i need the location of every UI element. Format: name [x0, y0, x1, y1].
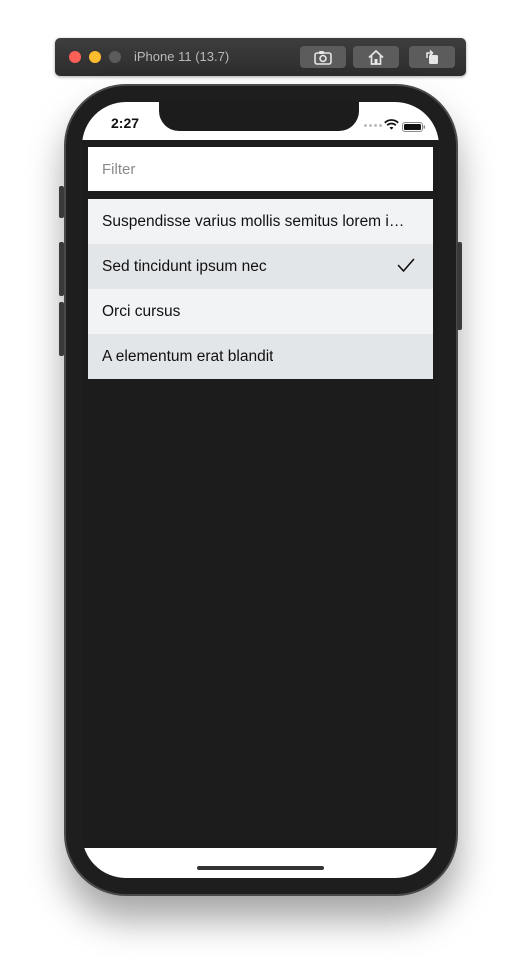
filter-input[interactable]	[88, 147, 433, 191]
device-screen: 2:27 Filter Suspendisse varius mollis se…	[82, 102, 439, 878]
status-bar: 2:27	[82, 102, 439, 140]
filter-container	[88, 147, 433, 191]
status-time: 2:27	[111, 115, 140, 131]
list-item[interactable]: A elementum erat blandit	[88, 334, 433, 379]
home-icon	[368, 49, 384, 65]
camera-icon	[314, 50, 332, 65]
rotate-button[interactable]	[409, 46, 455, 68]
simulator-title-bar: iPhone 11 (13.7)	[55, 38, 466, 76]
list-item[interactable]: Orci cursus	[88, 289, 433, 334]
home-indicator[interactable]	[197, 866, 324, 870]
home-indicator-area	[82, 848, 439, 878]
mute-switch	[59, 186, 64, 218]
volume-down-button	[59, 302, 64, 356]
close-window-button[interactable]	[69, 51, 81, 63]
list-item[interactable]: Suspendisse varius mollis semitus lorem …	[88, 199, 433, 244]
minimize-window-button[interactable]	[89, 51, 101, 63]
zoom-window-button[interactable]	[109, 51, 121, 63]
options-list: Suspendisse varius mollis semitus lorem …	[88, 199, 433, 379]
screenshot-button[interactable]	[300, 46, 346, 68]
list-item-label: Sed tincidunt ipsum nec	[102, 257, 267, 275]
home-button[interactable]	[353, 46, 399, 68]
simulator-root: iPhone 11 (13.7) 2:27 Filter Suspendisse…	[0, 0, 521, 969]
list-item-label: A elementum erat blandit	[102, 347, 274, 365]
list-item-label: Orci cursus	[102, 302, 181, 320]
simulator-device-title: iPhone 11 (13.7)	[134, 49, 230, 64]
wifi-icon	[384, 117, 399, 135]
notch	[159, 102, 359, 131]
rotate-icon	[424, 49, 440, 65]
checkmark-icon	[397, 258, 415, 278]
volume-up-button	[59, 242, 64, 296]
battery-icon	[402, 119, 426, 137]
power-button	[457, 242, 462, 330]
list-item-label: Suspendisse varius mollis semitus lorem …	[102, 212, 405, 230]
cellular-signal-icon	[364, 124, 382, 127]
list-item-selected[interactable]: Sed tincidunt ipsum nec	[88, 244, 433, 289]
